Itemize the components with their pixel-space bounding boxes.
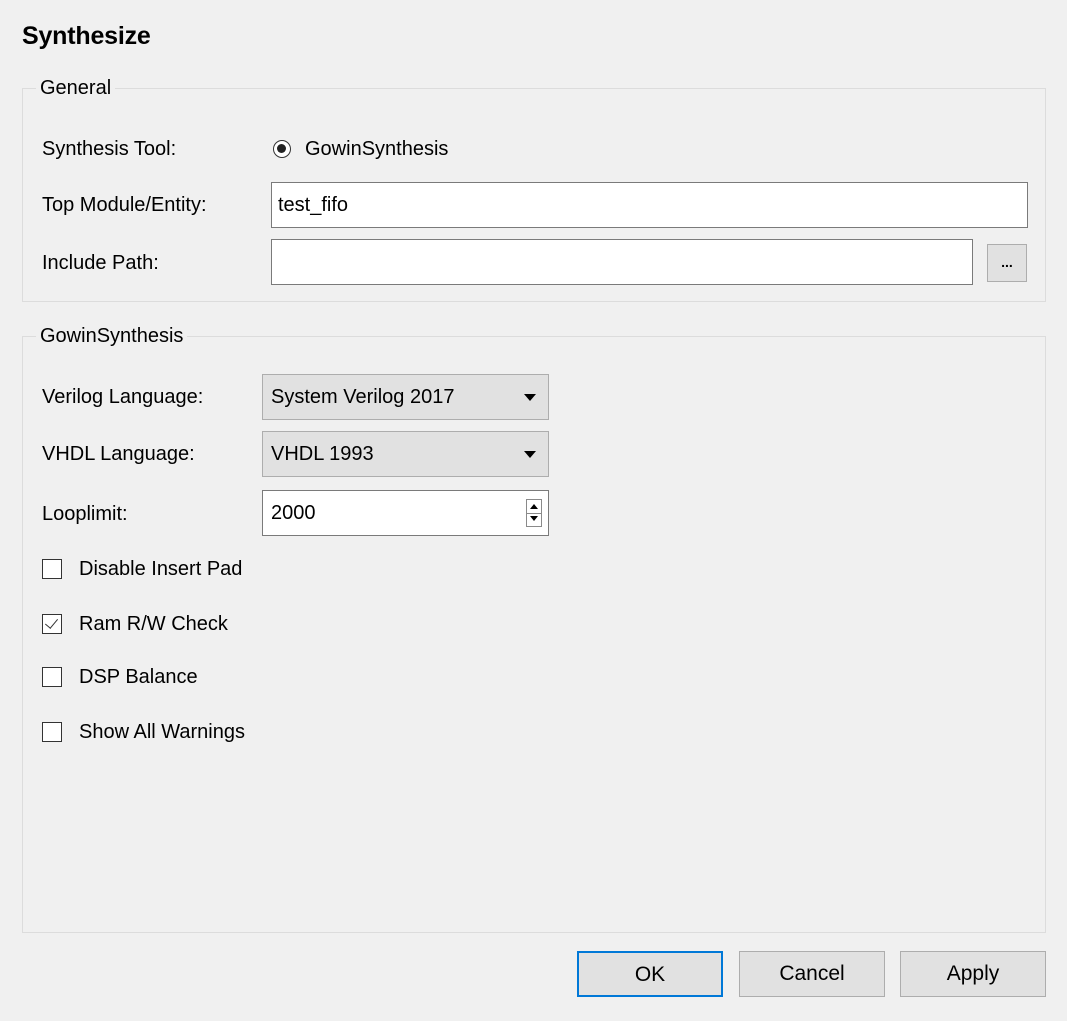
spin-up-icon[interactable] bbox=[527, 500, 541, 514]
vhdl-language-value: VHDL 1993 bbox=[271, 443, 374, 465]
apply-button[interactable]: Apply bbox=[900, 951, 1046, 997]
vhdl-language-label: VHDL Language: bbox=[42, 443, 195, 465]
general-group-legend: General bbox=[36, 76, 116, 100]
top-module-label: Top Module/Entity: bbox=[42, 194, 207, 216]
cancel-button[interactable]: Cancel bbox=[739, 951, 885, 997]
chevron-down-icon bbox=[524, 394, 536, 401]
page-title: Synthesize bbox=[22, 22, 151, 50]
ok-button[interactable]: OK bbox=[577, 951, 723, 997]
top-module-input[interactable] bbox=[271, 182, 1028, 228]
ram-rw-check-checkbox[interactable] bbox=[42, 614, 62, 634]
vhdl-language-select[interactable]: VHDL 1993 bbox=[262, 431, 549, 477]
dsp-balance-checkbox[interactable] bbox=[42, 667, 62, 687]
verilog-language-value: System Verilog 2017 bbox=[271, 386, 455, 408]
show-all-warnings-checkbox[interactable] bbox=[42, 722, 62, 742]
synthesis-tool-label: Synthesis Tool: bbox=[42, 138, 177, 160]
looplimit-label: Looplimit: bbox=[42, 503, 128, 525]
verilog-language-select[interactable]: System Verilog 2017 bbox=[262, 374, 549, 420]
show-all-warnings-label[interactable]: Show All Warnings bbox=[79, 718, 245, 746]
ram-rw-check-label[interactable]: Ram R/W Check bbox=[79, 610, 228, 638]
gowinsynthesis-radio-label[interactable]: GowinSynthesis bbox=[305, 135, 448, 163]
dsp-balance-label[interactable]: DSP Balance bbox=[79, 663, 198, 691]
disable-insert-pad-checkbox[interactable] bbox=[42, 559, 62, 579]
verilog-language-label: Verilog Language: bbox=[42, 386, 204, 408]
gowinsynthesis-group-legend: GowinSynthesis bbox=[36, 324, 188, 348]
spin-down-icon[interactable] bbox=[527, 513, 541, 526]
synthesize-dialog: Synthesize General Synthesis Tool: Gowin… bbox=[0, 0, 1067, 1021]
disable-insert-pad-label[interactable]: Disable Insert Pad bbox=[79, 555, 242, 583]
include-path-input[interactable] bbox=[271, 239, 973, 285]
chevron-down-icon bbox=[524, 451, 536, 458]
gowinsynthesis-radio[interactable] bbox=[273, 140, 291, 158]
looplimit-value: 2000 bbox=[271, 502, 316, 524]
browse-button[interactable]: ... bbox=[987, 244, 1027, 282]
include-path-label: Include Path: bbox=[42, 252, 159, 274]
looplimit-spinbox[interactable]: 2000 bbox=[262, 490, 549, 536]
looplimit-stepper bbox=[526, 499, 542, 527]
